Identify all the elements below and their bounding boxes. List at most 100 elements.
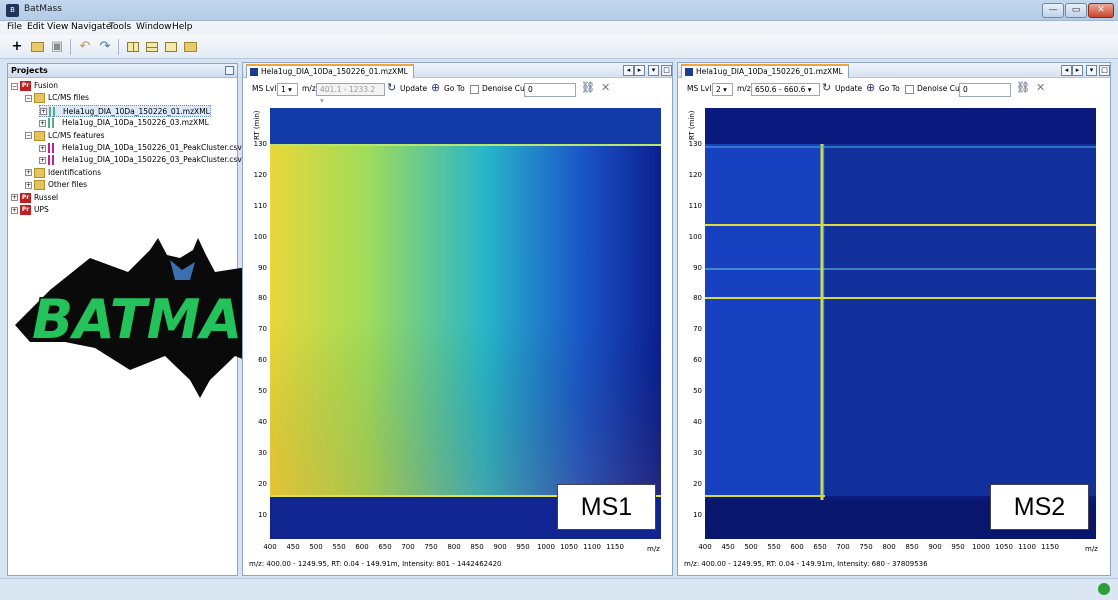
x-tick-label: 1050: [560, 543, 578, 551]
minimize-panel-button[interactable]: [225, 66, 234, 75]
expand-icon[interactable]: +: [40, 108, 47, 116]
mz-range-select[interactable]: 401.1 - 1233.2 ▾: [316, 83, 385, 105]
unlink-icon[interactable]: ✕: [601, 81, 610, 94]
tab-mzxml-2[interactable]: Hela1ug_DIA_10Da_150226_01.mzXML: [681, 64, 849, 78]
collapse-icon[interactable]: −: [11, 82, 18, 90]
layout-grid-button[interactable]: [162, 38, 180, 56]
menu-navigate[interactable]: Navigate: [71, 22, 111, 32]
tree-item[interactable]: + Hela1ug_DIA_10Da_150226_03_PeakCluster.…: [39, 154, 242, 166]
redo-icon[interactable]: ↷: [96, 38, 114, 56]
x-tick-label: 950: [516, 543, 530, 551]
folder-icon: [34, 180, 45, 191]
maximize-button[interactable]: ▭: [1065, 3, 1087, 18]
open-project-button[interactable]: [28, 38, 46, 56]
tree-item[interactable]: + Other files: [25, 179, 87, 191]
x-tick-label: 1000: [972, 543, 990, 551]
link-icon[interactable]: ⛓: [581, 81, 595, 94]
denoise-input[interactable]: 0: [959, 83, 1011, 97]
toolbar-separator: [70, 39, 71, 55]
collapse-icon[interactable]: −: [25, 132, 32, 140]
projects-title: Projects: [11, 66, 48, 75]
close-button[interactable]: ✕: [1088, 3, 1114, 18]
menu-tools[interactable]: Tools: [109, 22, 131, 32]
tab-list-button[interactable]: ▾: [1086, 65, 1097, 76]
columns-icon: [127, 42, 139, 52]
expand-icon[interactable]: +: [39, 144, 46, 152]
y-tick-label: 60: [258, 356, 267, 365]
tree-item[interactable]: − LC/MS files: [25, 92, 89, 104]
maximize-tab-button[interactable]: □: [661, 65, 672, 76]
zoom-icon[interactable]: ⊕: [866, 81, 875, 94]
tree-item[interactable]: + Identifications: [25, 167, 101, 179]
ms-level-select[interactable]: 2 ▾: [712, 83, 733, 96]
goto-button[interactable]: Go To: [879, 84, 900, 93]
x-tick-label: 650: [378, 543, 392, 551]
expand-icon[interactable]: +: [11, 206, 18, 214]
x-tick-label: 400: [698, 543, 712, 551]
tree-item[interactable]: + Pr Russel: [11, 192, 58, 204]
collapse-icon[interactable]: −: [25, 94, 32, 102]
menu-view[interactable]: View: [47, 22, 68, 32]
refresh-icon[interactable]: ↻: [387, 81, 396, 94]
minimize-button[interactable]: —: [1042, 3, 1064, 18]
tree-item[interactable]: + Hela1ug_DIA_10Da_150226_03.mzXML: [39, 117, 209, 129]
expand-icon[interactable]: +: [39, 119, 46, 127]
link-icon[interactable]: ⛓: [1016, 81, 1030, 94]
layout-columns-button[interactable]: [124, 38, 142, 56]
y-axis-title: RT (min): [253, 110, 261, 140]
y-tick-label: 40: [258, 417, 267, 426]
tree-item[interactable]: − Pr Fusion: [11, 80, 58, 92]
denoise-checkbox[interactable]: [905, 85, 914, 94]
layout-rows-button[interactable]: [143, 38, 161, 56]
denoise-input[interactable]: 0: [524, 83, 576, 97]
menu-edit[interactable]: Edit: [27, 22, 44, 32]
status-text: m/z: 400.00 - 1249.95, RT: 0.04 - 149.91…: [684, 560, 928, 568]
save-all-button[interactable]: ▣: [48, 38, 66, 56]
y-axis-title: RT (min): [688, 110, 696, 140]
scroll-left-button[interactable]: ◂: [623, 65, 634, 76]
maximize-tab-button[interactable]: □: [1099, 65, 1110, 76]
y-tick-label: 70: [258, 325, 267, 334]
denoise-checkbox[interactable]: [470, 85, 479, 94]
expand-icon[interactable]: +: [25, 181, 32, 189]
expand-icon[interactable]: +: [11, 194, 18, 202]
zoom-icon[interactable]: ⊕: [431, 81, 440, 94]
mz-label: m/z: [302, 84, 316, 93]
y-tick-label: 130: [688, 140, 702, 149]
refresh-icon[interactable]: ↻: [822, 81, 831, 94]
tree-item[interactable]: + Hela1ug_DIA_10Da_150226_01.mzXML: [39, 104, 211, 117]
project-icon: Pr: [20, 81, 31, 91]
ms-level-label: MS Lvl: [687, 84, 712, 93]
menu-bar: File Edit View Navigate Tools Window Hel…: [0, 21, 1118, 35]
notification-icon[interactable]: [1098, 583, 1110, 595]
menu-window[interactable]: Window: [136, 22, 172, 32]
update-button[interactable]: Update: [400, 84, 427, 93]
tab-list-button[interactable]: ▾: [648, 65, 659, 76]
tab-mzxml-1[interactable]: Hela1ug_DIA_10Da_150226_01.mzXML: [246, 64, 414, 78]
undo-icon[interactable]: ↶: [76, 38, 94, 56]
expand-icon[interactable]: +: [39, 156, 46, 164]
expand-icon[interactable]: +: [25, 169, 32, 177]
heatmap-plot[interactable]: [705, 108, 1096, 539]
scroll-left-button[interactable]: ◂: [1061, 65, 1072, 76]
tab-bar: Hela1ug_DIA_10Da_150226_01.mzXML ◂ ▸ ▾ □: [243, 63, 672, 78]
heatmap-plot[interactable]: [270, 108, 661, 539]
tree-item[interactable]: − LC/MS features: [25, 130, 105, 142]
ms-file-icon: [49, 106, 60, 117]
menu-file[interactable]: File: [7, 22, 22, 32]
y-tick-label: 30: [258, 448, 267, 457]
unlink-icon[interactable]: ✕: [1036, 81, 1045, 94]
scroll-right-button[interactable]: ▸: [634, 65, 645, 76]
update-button[interactable]: Update: [835, 84, 862, 93]
tree-item[interactable]: + Hela1ug_DIA_10Da_150226_01_PeakCluster.…: [39, 142, 242, 154]
open-folder-button[interactable]: [181, 38, 199, 56]
y-tick-label: 90: [693, 263, 702, 272]
tree-item[interactable]: + Pr UPS: [11, 204, 49, 216]
y-tick-label: 80: [258, 294, 267, 303]
scroll-right-button[interactable]: ▸: [1072, 65, 1083, 76]
mz-range-select[interactable]: 650.6 - 660.6 ▾: [751, 83, 820, 96]
ms-level-select[interactable]: 1 ▾: [277, 83, 298, 96]
goto-button[interactable]: Go To: [444, 84, 465, 93]
menu-help[interactable]: Help: [172, 22, 193, 32]
add-icon[interactable]: +: [8, 38, 26, 56]
